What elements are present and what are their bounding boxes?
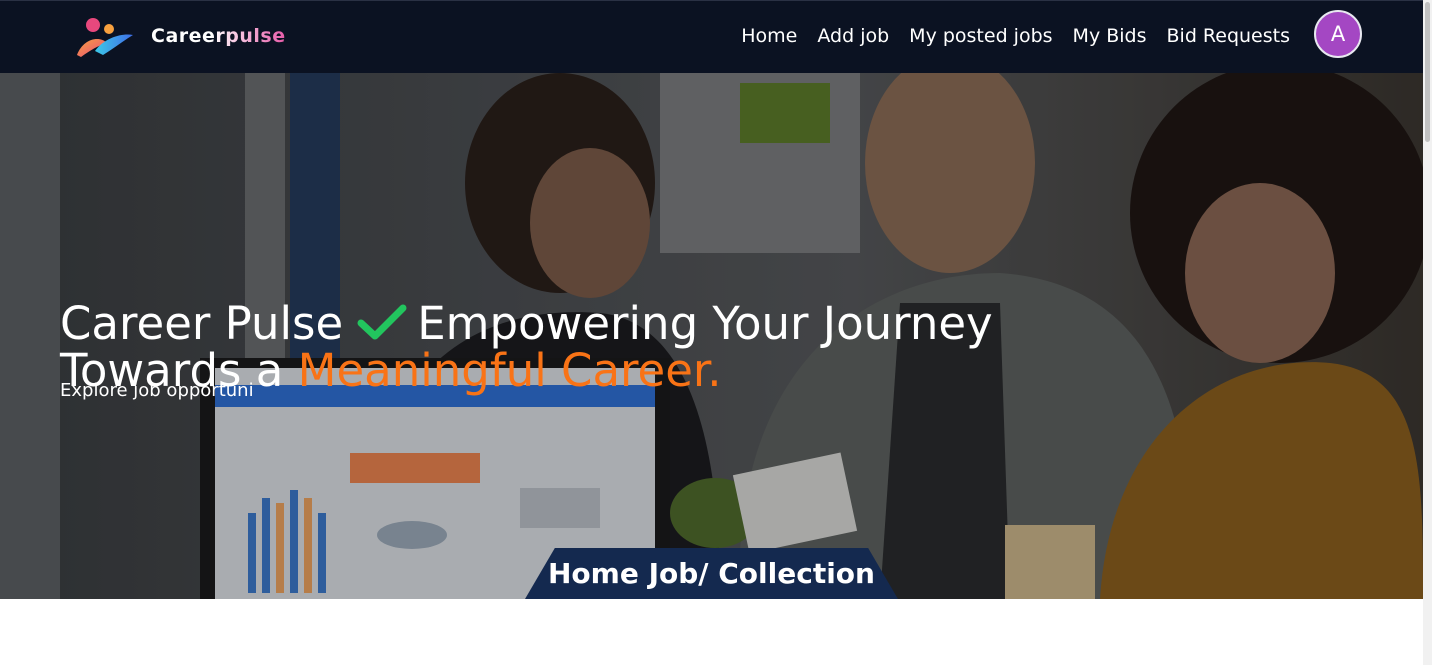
main-nav: Home Add job My posted jobs My Bids Bid … <box>741 25 1290 47</box>
checkmark-icon <box>357 304 407 340</box>
nav-my-bids[interactable]: My Bids <box>1073 25 1147 47</box>
brand-name[interactable]: Careerpulse <box>151 25 286 47</box>
brand-logo-icon[interactable] <box>73 15 135 61</box>
hero-title-brand: Career Pulse <box>60 297 344 351</box>
hero-title-accent: Meaningful Career. <box>297 344 722 398</box>
nav-add-job[interactable]: Add job <box>817 25 889 47</box>
top-navbar: Careerpulse Home Add job My posted jobs … <box>0 0 1423 73</box>
scrollbar-thumb[interactable] <box>1425 2 1430 142</box>
hero-subtitle: Explore job opportuni <box>60 380 254 401</box>
avatar-initial: A <box>1330 22 1346 46</box>
section-title: Home Job/ Collection <box>548 557 875 590</box>
section-title-banner: Home Job/ Collection <box>525 548 898 599</box>
nav-home[interactable]: Home <box>741 25 797 47</box>
nav-my-posted-jobs[interactable]: My posted jobs <box>909 25 1052 47</box>
nav-bid-requests[interactable]: Bid Requests <box>1167 25 1291 47</box>
hero-banner: Career Pulse Empowering Your Journey Towa… <box>0 73 1423 599</box>
user-avatar[interactable]: A <box>1314 10 1362 58</box>
page: Careerpulse Home Add job My posted jobs … <box>0 0 1423 665</box>
